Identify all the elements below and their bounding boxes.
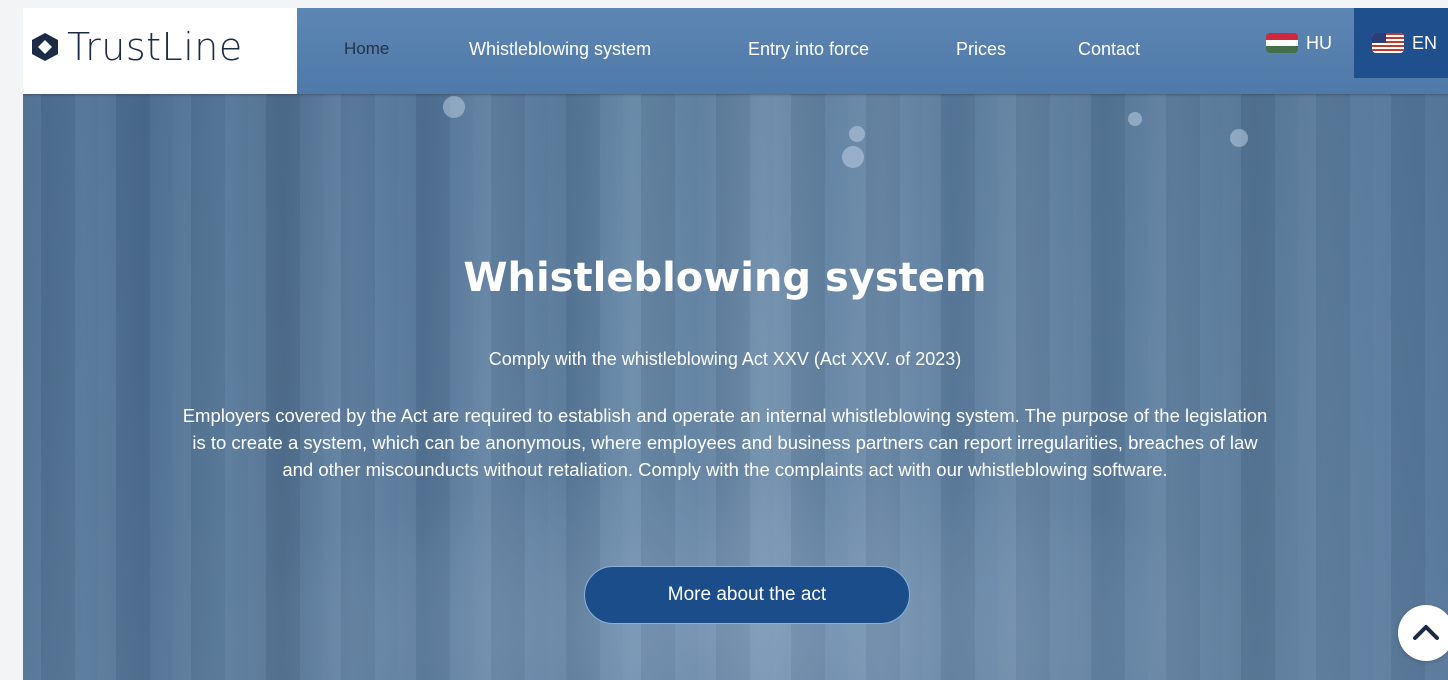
language-hu-label: HU	[1306, 32, 1332, 53]
site-header: TrustLine Home Whistleblowing system Ent…	[23, 8, 1448, 94]
language-en[interactable]: EN	[1354, 8, 1448, 78]
hexagon-diamond-icon	[32, 33, 58, 61]
more-about-the-act-button[interactable]: More about the act	[584, 566, 910, 624]
nav-home[interactable]: Home	[344, 38, 389, 60]
nav-entry-into-force[interactable]: Entry into force	[748, 38, 869, 60]
chevron-up-icon	[1413, 625, 1439, 640]
usa-flag-icon	[1372, 33, 1404, 53]
hero-description: Employers covered by the Act are require…	[182, 404, 1268, 480]
scroll-to-top-button[interactable]	[1398, 605, 1448, 661]
bokeh-light	[842, 146, 864, 168]
hero-subtitle: Comply with the whistleblowing Act XXV (…	[488, 349, 962, 369]
brand-logo-link[interactable]: TrustLine	[23, 8, 297, 94]
bokeh-light	[443, 96, 465, 118]
language-hu[interactable]: HU	[1266, 8, 1346, 78]
hero-title: Whistleblowing system	[463, 254, 987, 301]
bokeh-light	[849, 126, 865, 142]
bokeh-light	[1230, 129, 1248, 147]
language-en-label: EN	[1412, 32, 1438, 53]
hungary-flag-icon	[1266, 33, 1298, 53]
nav-prices[interactable]: Prices	[956, 38, 1006, 60]
brand-name: TrustLine	[67, 25, 243, 69]
bokeh-light	[1128, 112, 1142, 126]
nav-contact[interactable]: Contact	[1078, 38, 1140, 60]
nav-whistleblowing-system[interactable]: Whistleblowing system	[469, 38, 651, 60]
